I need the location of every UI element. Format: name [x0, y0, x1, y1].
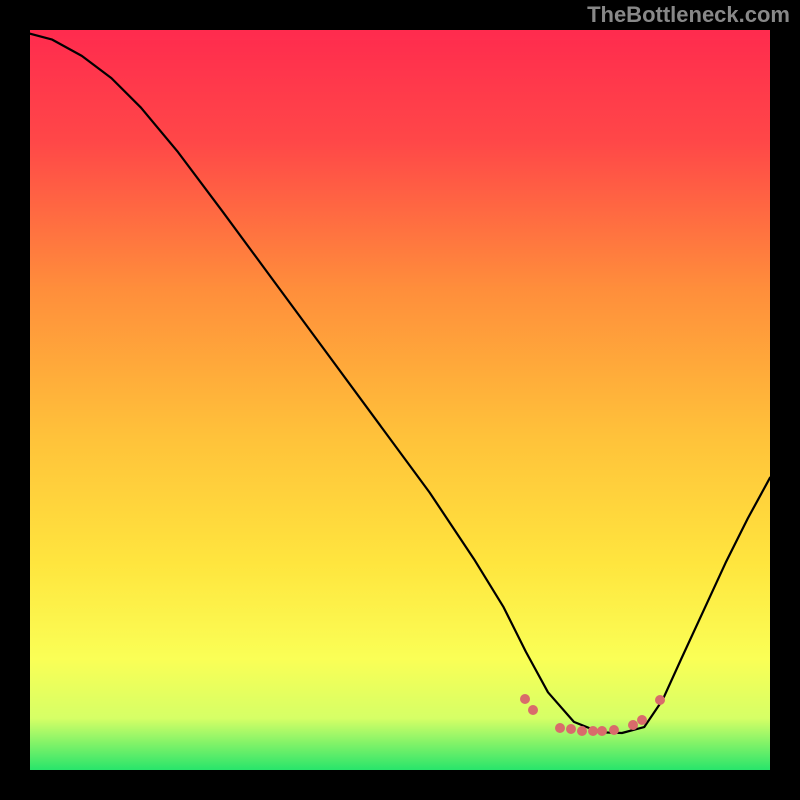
marker-dot	[655, 695, 665, 705]
marker-dot	[628, 720, 638, 730]
gradient-background	[30, 30, 770, 770]
marker-dot	[528, 705, 538, 715]
marker-dot	[637, 715, 647, 725]
marker-dot	[566, 724, 576, 734]
watermark-text: TheBottleneck.com	[587, 2, 790, 28]
chart-svg	[0, 0, 800, 800]
marker-dot	[597, 726, 607, 736]
marker-dot	[609, 725, 619, 735]
chart-container: TheBottleneck.com	[0, 0, 800, 800]
marker-dot	[588, 726, 598, 736]
marker-dot	[520, 694, 530, 704]
marker-dot	[555, 723, 565, 733]
marker-dot	[577, 726, 587, 736]
